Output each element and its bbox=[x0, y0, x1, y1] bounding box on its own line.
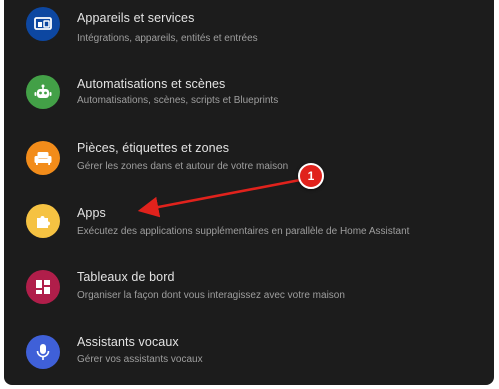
menu-item-title: Assistants vocaux bbox=[77, 335, 179, 349]
dashboard-icon bbox=[26, 270, 60, 304]
annotation-badge: 1 bbox=[298, 163, 324, 189]
menu-item-automations-scenes[interactable]: Automatisations et scènes Automatisation… bbox=[4, 66, 494, 124]
menu-item-title: Appareils et services bbox=[77, 11, 195, 25]
menu-item-title: Apps bbox=[77, 206, 106, 220]
menu-item-dashboards[interactable]: Tableaux de bord Organiser la façon dont… bbox=[4, 261, 494, 319]
menu-item-title: Tableaux de bord bbox=[77, 270, 175, 284]
screenshot-frame: Appareils et services Intégrations, appa… bbox=[0, 0, 499, 389]
menu-item-apps[interactable]: Apps Exécutez des applications supplémen… bbox=[4, 196, 494, 254]
menu-item-voice-assistants[interactable]: Assistants vocaux Gérer vos assistants v… bbox=[4, 327, 494, 385]
settings-panel: Appareils et services Intégrations, appa… bbox=[4, 0, 494, 385]
puzzle-icon bbox=[26, 204, 60, 238]
robot-icon bbox=[26, 75, 60, 109]
menu-item-subtitle: Gérer vos assistants vocaux bbox=[77, 354, 203, 365]
sofa-icon bbox=[26, 141, 60, 175]
menu-item-title: Automatisations et scènes bbox=[77, 77, 226, 91]
menu-item-title: Pièces, étiquettes et zones bbox=[77, 141, 230, 155]
menu-item-devices-services[interactable]: Appareils et services Intégrations, appa… bbox=[4, 0, 494, 58]
menu-item-subtitle: Automatisations, scènes, scripts et Blue… bbox=[77, 95, 279, 106]
menu-item-subtitle: Gérer les zones dans et autour de votre … bbox=[77, 161, 289, 172]
microphone-icon bbox=[26, 335, 60, 369]
menu-item-areas-labels-zones[interactable]: Pièces, étiquettes et zones Gérer les zo… bbox=[4, 132, 494, 190]
menu-item-subtitle: Intégrations, appareils, entités et entr… bbox=[77, 33, 258, 44]
menu-item-subtitle: Organiser la façon dont vous interagisse… bbox=[77, 290, 345, 301]
devices-icon bbox=[26, 7, 60, 41]
menu-item-subtitle: Exécutez des applications supplémentaire… bbox=[77, 226, 410, 237]
